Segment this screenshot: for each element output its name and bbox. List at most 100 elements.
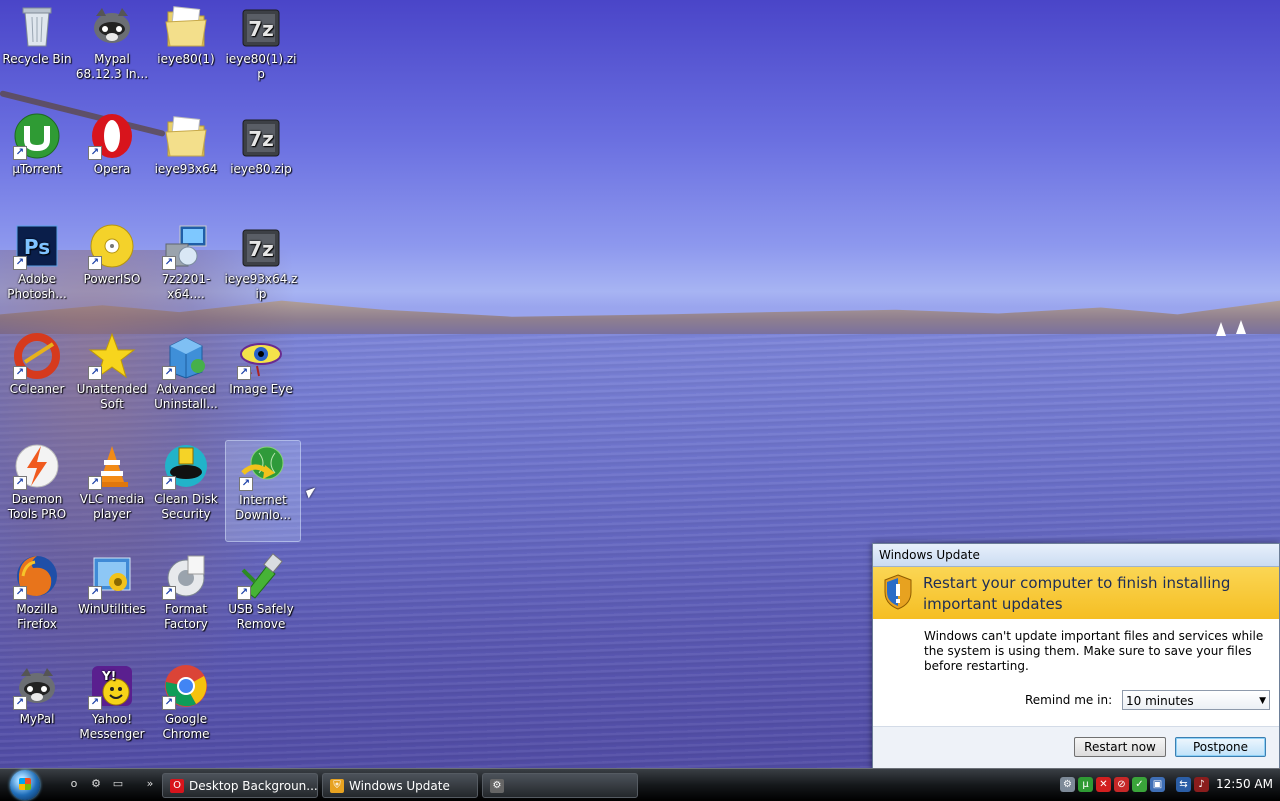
desktop-icon-ccleaner[interactable]: ↗ CCleaner [0, 330, 74, 430]
clean-disk-icon: ↗ [162, 442, 210, 490]
desktop-icon-poweriso[interactable]: ↗ PowerISO [75, 220, 149, 320]
photoshop-icon: Ps ↗ [13, 222, 61, 270]
opera-icon: O [170, 779, 184, 793]
svg-text:7z: 7z [248, 237, 274, 261]
tray-tool-icon[interactable]: ⚙ [1060, 777, 1075, 792]
desktop-icon-label: Recycle Bin [2, 52, 72, 66]
remind-row: Remind me in: 10 minutes ▼ [873, 690, 1279, 712]
desktop-icon-folder-ieye93x64[interactable]: ieye93x64 [149, 110, 223, 210]
opera-icon: ↗ [88, 112, 136, 160]
idm-globe-icon: ↗ [239, 443, 287, 491]
desktop-icon-label: ieye80(1).zip [225, 52, 297, 81]
desktop-icon-mypal[interactable]: ↗ MyPal [0, 660, 74, 760]
desktop-icon-format-factory[interactable]: ↗ Format Factory [149, 550, 223, 650]
network-icon[interactable]: ⇆ [1176, 777, 1191, 792]
show-desktop-icon[interactable]: ▭ [110, 777, 126, 791]
utorrent-tray-icon[interactable]: µ [1078, 777, 1093, 792]
desktop-icon-google-chrome[interactable]: ↗ Google Chrome [149, 660, 223, 760]
desktop-icon-usb-safely-remove[interactable]: ↗ USB Safely Remove [224, 550, 298, 650]
clock[interactable]: 12:50 AM [1216, 777, 1273, 791]
dialog-heading: Restart your computer to finish installi… [923, 574, 1231, 613]
task-desktop-background[interactable]: O Desktop Backgroun... [162, 773, 318, 798]
ccleaner-icon: ↗ [13, 332, 61, 380]
tray-blocked-icon[interactable]: ⊘ [1114, 777, 1129, 792]
zip-archive-icon: 7z [237, 222, 285, 270]
desktop-icon-folder-ieye80-1[interactable]: ieye80(1) [149, 0, 223, 100]
desktop-icon-zip-ieye80-1[interactable]: 7z ieye80(1).zip [224, 0, 298, 100]
desktop-icon-label: Opera [93, 162, 131, 176]
task-unnamed[interactable]: ⚙ [482, 773, 638, 798]
shortcut-arrow-icon: ↗ [162, 696, 176, 710]
folder-icon [162, 2, 210, 50]
chrome-icon: ↗ [162, 662, 210, 710]
shortcut-arrow-icon: ↗ [88, 586, 102, 600]
desktop-icon-label: Daemon Tools PRO [7, 492, 67, 521]
usb-plug-icon: ↗ [237, 552, 285, 600]
desktop-icon-label: Internet Downlo... [235, 493, 291, 522]
desktop-icon-vlc[interactable]: ↗ VLC media player [75, 440, 149, 540]
star-icon: ↗ [88, 332, 136, 380]
desktop-icon-label: ieye93x64.zip [224, 272, 298, 301]
desktop-icon-label: Mypal 68.12.3 In... [75, 52, 149, 81]
desktop-icon-recycle-bin[interactable]: Recycle Bin [0, 0, 74, 100]
desktop-icon-7zip-installer[interactable]: ↗ 7z2201-x64.... [149, 220, 223, 320]
poweriso-disc-icon: ↗ [88, 222, 136, 270]
quicklaunch-more-icon[interactable]: » [142, 777, 158, 791]
desktop-icon-mozilla-firefox[interactable]: ↗ Mozilla Firefox [0, 550, 74, 650]
start-button[interactable] [6, 769, 50, 801]
desktop-icon-label: 7z2201-x64.... [161, 272, 211, 301]
sailboat [1236, 320, 1246, 334]
folder-icon [162, 112, 210, 160]
desktop-icon-image-eye[interactable]: ↗ Image Eye [224, 330, 298, 430]
tray-check-icon[interactable]: ✓ [1132, 777, 1147, 792]
desktop-icon-advanced-uninstaller[interactable]: ↗ Advanced Uninstall... [149, 330, 223, 430]
svg-text:Ps: Ps [24, 235, 50, 259]
svg-text:Y!: Y! [101, 669, 116, 683]
dialog-message: Windows can't update important files and… [924, 629, 1264, 673]
raccoon-icon: ↗ [13, 662, 61, 710]
desktop-icon-unattended-soft[interactable]: ↗ Unattended Soft [75, 330, 149, 430]
task-label: Windows Update [349, 779, 450, 793]
desktop-icon-opera[interactable]: ↗ Opera [75, 110, 149, 210]
postpone-button[interactable]: Postpone [1175, 737, 1266, 757]
desktop-icon-yahoo-messenger[interactable]: Y! ↗ Yahoo! Messenger [75, 660, 149, 760]
quicklaunch-opera-icon[interactable]: o [66, 777, 82, 791]
task-windows-update[interactable]: ⛨ Windows Update [322, 773, 478, 798]
desktop-icon-zip-ieye93x64[interactable]: 7z ieye93x64.zip [224, 220, 298, 320]
restart-now-button[interactable]: Restart now [1074, 737, 1166, 757]
desktop-icon-label: Google Chrome [162, 712, 210, 741]
desktop-icon-label: VLC media player [79, 492, 145, 521]
tray-window-icon[interactable]: ▣ [1150, 777, 1165, 792]
winutilities-icon: ↗ [88, 552, 136, 600]
desktop-icon-mypal-installer[interactable]: Mypal 68.12.3 In... [75, 0, 149, 100]
dialog-header: Restart your computer to finish installi… [873, 567, 1279, 619]
desktop-icon-label: CCleaner [9, 382, 65, 396]
desktop-icon-internet-download-manager[interactable]: ↗ Internet Downlo... [225, 440, 301, 542]
volume-muted-icon[interactable]: ♪ [1194, 777, 1209, 792]
desktop-icon-utorrent[interactable]: ↗ µTorrent [0, 110, 74, 210]
shield-warning-icon [883, 574, 913, 613]
desktop-icon-label: Adobe Photosh... [7, 272, 67, 301]
tray-close-icon[interactable]: ✕ [1096, 777, 1111, 792]
desktop-icon-label: Unattended Soft [76, 382, 148, 411]
task-label: Desktop Backgroun... [189, 779, 318, 793]
remind-interval-select[interactable]: 10 minutes ▼ [1122, 690, 1270, 710]
desktop-icon-clean-disk-security[interactable]: ↗ Clean Disk Security [149, 440, 223, 540]
shortcut-arrow-icon: ↗ [13, 476, 27, 490]
shortcut-arrow-icon: ↗ [13, 256, 27, 270]
shortcut-arrow-icon: ↗ [237, 586, 251, 600]
yahoo-messenger-icon: Y! ↗ [88, 662, 136, 710]
eye-icon: ↗ [237, 332, 285, 380]
quicklaunch-tool-icon[interactable]: ⚙ [88, 777, 104, 791]
installer-icon: ↗ [162, 222, 210, 270]
desktop-icon-adobe-photoshop[interactable]: Ps ↗ Adobe Photosh... [0, 220, 74, 320]
desktop-icon-daemon-tools-pro[interactable]: ↗ Daemon Tools PRO [0, 440, 74, 540]
desktop-icon-label: Clean Disk Security [154, 492, 218, 521]
windows-update-icon: ⛨ [330, 779, 344, 793]
daemon-tools-icon: ↗ [13, 442, 61, 490]
shortcut-arrow-icon: ↗ [162, 256, 176, 270]
desktop-icon-zip-ieye80[interactable]: 7z ieye80.zip [224, 110, 298, 210]
desktop-icon-winutilities[interactable]: ↗ WinUtilities [75, 550, 149, 650]
raccoon-icon [88, 2, 136, 50]
recycle-bin-icon [13, 2, 61, 50]
